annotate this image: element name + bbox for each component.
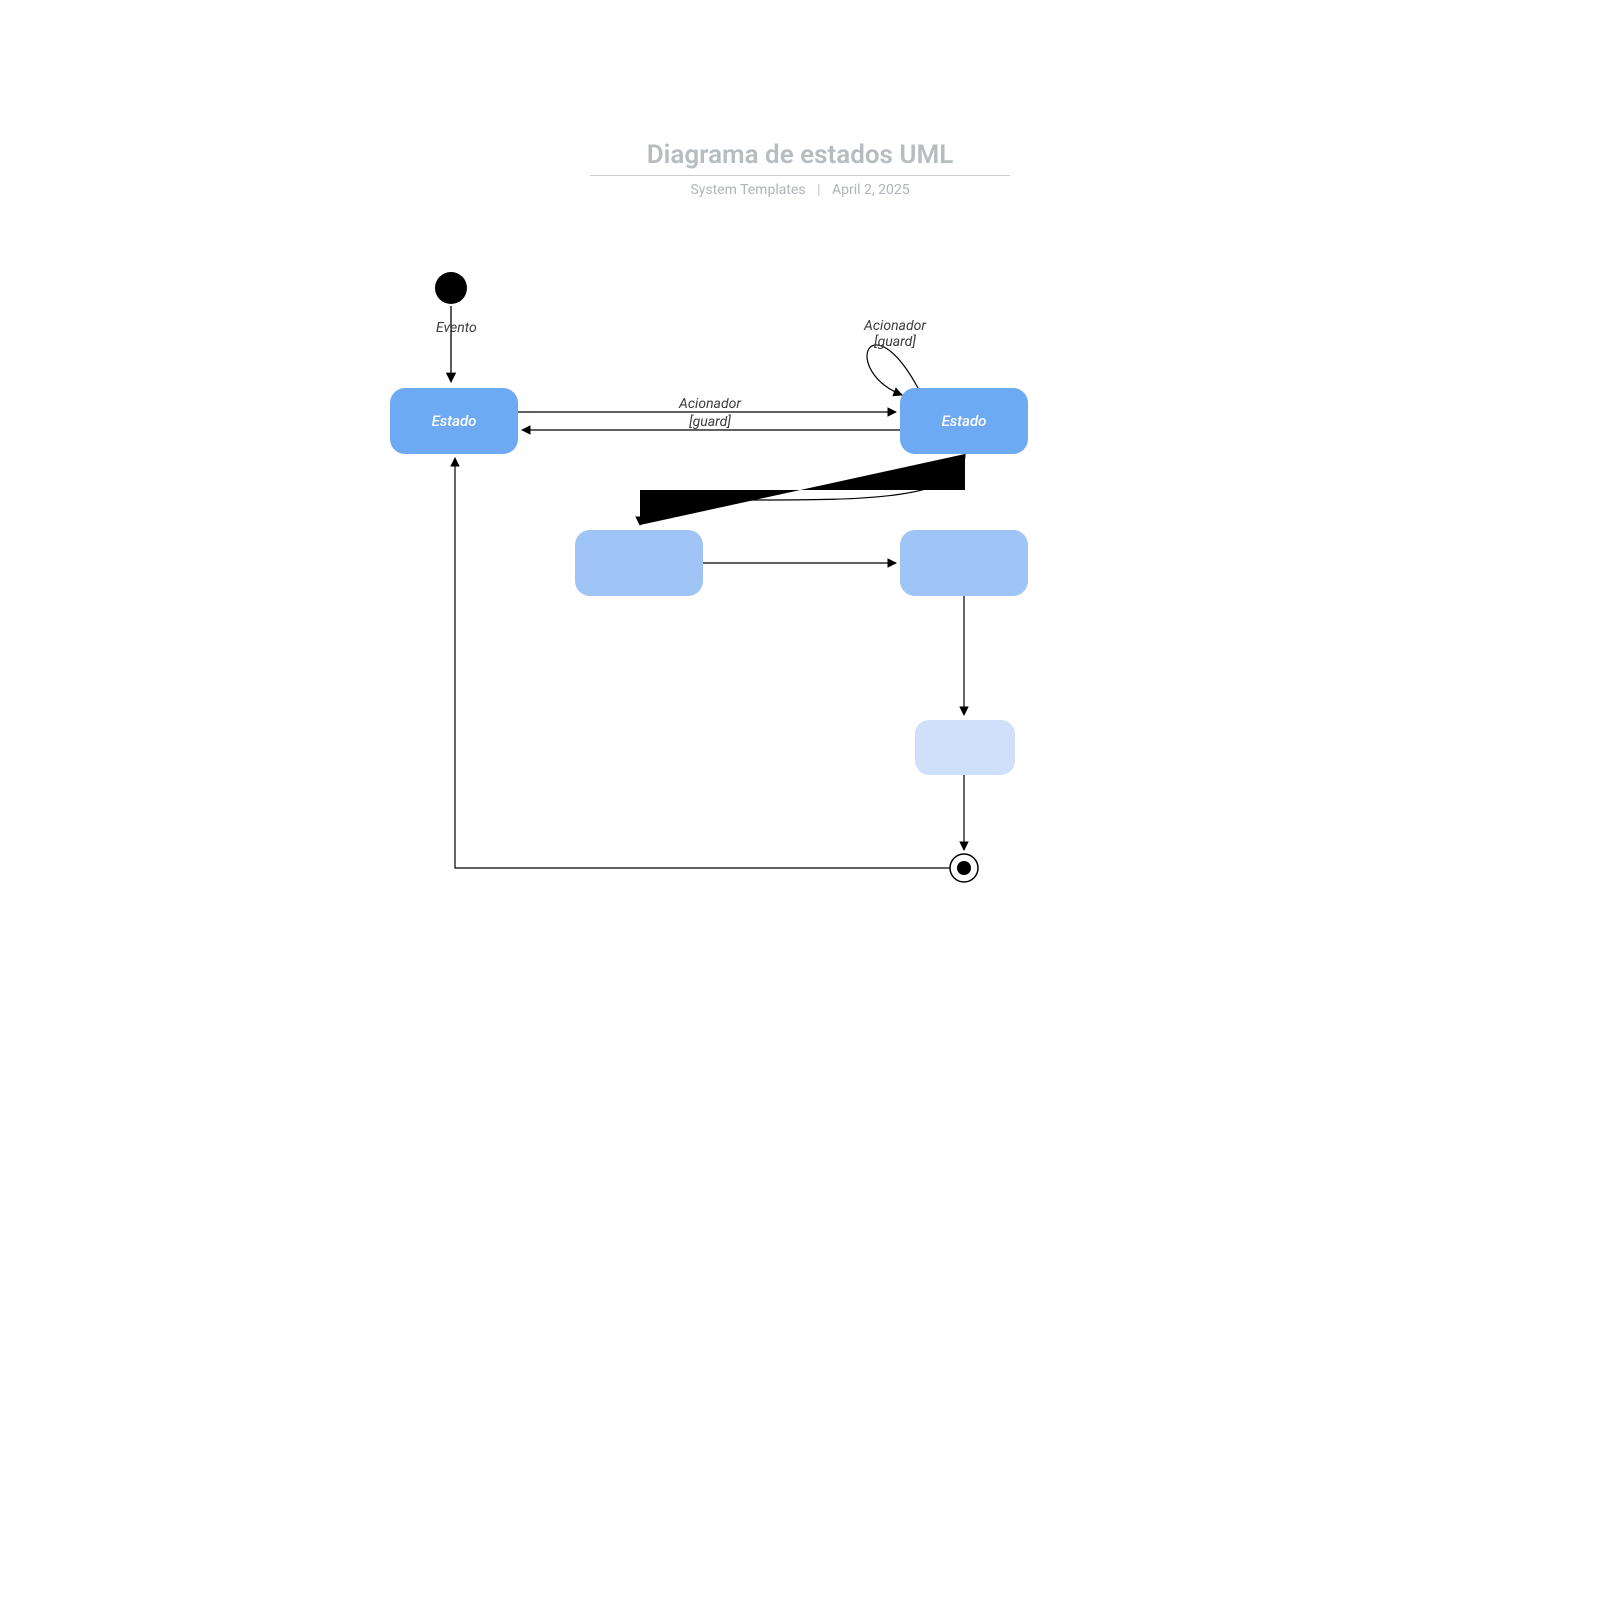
transition-label-evento: Evento: [436, 320, 477, 336]
state-diagram-canvas: Evento Estado Estado Acionador [guard] A…: [0, 0, 1600, 1600]
state-box-mid-right[interactable]: [900, 530, 1028, 596]
initial-state-icon[interactable]: [435, 272, 467, 304]
transition-label-acionador-mid: Acionador: [678, 396, 741, 412]
state-label-left: Estado: [432, 412, 477, 430]
transition-self-loop[interactable]: [867, 345, 918, 395]
state-box-mid-left[interactable]: [575, 530, 703, 596]
final-state-inner: [957, 861, 971, 875]
state-label-right: Estado: [942, 412, 987, 430]
transition-label-guard-loop: [guard]: [874, 334, 916, 350]
transition-label-acionador-loop: Acionador: [863, 318, 926, 334]
transition-final-to-left[interactable]: [455, 458, 950, 868]
transition-label-guard-mid: [guard]: [689, 414, 731, 430]
state-box-pale[interactable]: [915, 720, 1015, 775]
